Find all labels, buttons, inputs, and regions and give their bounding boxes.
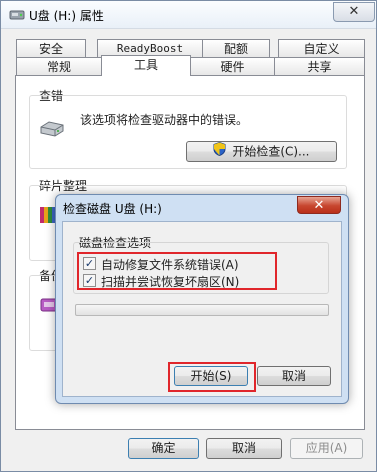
dialog-cancel-button[interactable]: 取消 [257, 366, 331, 386]
tab-label: 常规 [46, 60, 71, 74]
tab-label: 自定义 [303, 42, 340, 56]
option-auto-fix-label: 自动修复文件系统错误(A) [101, 258, 239, 272]
cancel-label: 取消 [231, 441, 256, 455]
checkmark-icon: ✓ [84, 274, 95, 287]
progress-bar [75, 304, 329, 316]
tab-label: 配额 [223, 42, 248, 56]
tab-label: 工具 [133, 58, 158, 72]
shield-icon [213, 141, 226, 162]
check-disk-dialog: 检查磁盘 U盘 (H:) ✕ 磁盘检查选项 ✓ 自动修复文件系统错误(A) ✓ … [55, 194, 349, 404]
option-scan-recover[interactable]: ✓ 扫描并尝试恢复坏扇区(N) [83, 273, 273, 289]
tab-label: 共享 [307, 60, 332, 74]
tab-sharing[interactable]: 共享 [274, 57, 365, 76]
dialog-body: 磁盘检查选项 ✓ 自动修复文件系统错误(A) ✓ 扫描并尝试恢复坏扇区(N) 开… [62, 221, 342, 397]
cancel-button[interactable]: 取消 [206, 438, 282, 459]
tab-label: 安全 [38, 42, 63, 56]
window-title: U盘 (H:) 属性 [29, 9, 104, 23]
checkbox-scan-recover[interactable]: ✓ [83, 274, 96, 287]
close-icon: ✕ [313, 198, 325, 213]
start-button[interactable]: 开始(S) [174, 366, 248, 386]
tab-label: 硬件 [220, 60, 245, 74]
option-auto-fix[interactable]: ✓ 自动修复文件系统错误(A) [83, 256, 273, 272]
drive-icon [39, 119, 65, 139]
dialog-title: 检查磁盘 U盘 (H:) [63, 202, 162, 216]
start-label: 开始(S) [190, 369, 232, 383]
dialog-cancel-label: 取消 [281, 369, 306, 383]
error-check-description: 该选项将检查驱动器中的错误。 [80, 113, 249, 127]
checkmark-icon: ✓ [84, 257, 95, 270]
tab-customize[interactable]: 自定义 [278, 39, 365, 58]
window-close-button[interactable]: ✕ [333, 2, 375, 22]
tab-tools[interactable]: 工具 [101, 55, 191, 76]
close-icon: ✕ [348, 4, 360, 19]
start-check-label: 开始检查(C)... [232, 144, 310, 159]
checkbox-auto-fix[interactable]: ✓ [83, 257, 96, 270]
title-bar[interactable]: U盘 (H:) 属性 [1, 1, 376, 29]
tab-hardware[interactable]: 硬件 [190, 57, 275, 76]
drive-icon [9, 7, 25, 23]
start-check-button[interactable]: 开始检查(C)... [186, 141, 337, 162]
ok-button[interactable]: 确定 [128, 438, 199, 459]
apply-label: 应用(A) [305, 441, 348, 455]
dialog-close-button[interactable]: ✕ [297, 196, 341, 214]
option-scan-recover-label: 扫描并尝试恢复坏扇区(N) [101, 275, 240, 289]
tab-general[interactable]: 常规 [16, 57, 102, 76]
apply-button[interactable]: 应用(A) [290, 438, 363, 459]
tab-quota[interactable]: 配额 [202, 39, 270, 58]
ok-label: 确定 [151, 441, 176, 455]
tab-security[interactable]: 安全 [16, 39, 86, 58]
tab-label: ReadyBoost [116, 42, 184, 55]
